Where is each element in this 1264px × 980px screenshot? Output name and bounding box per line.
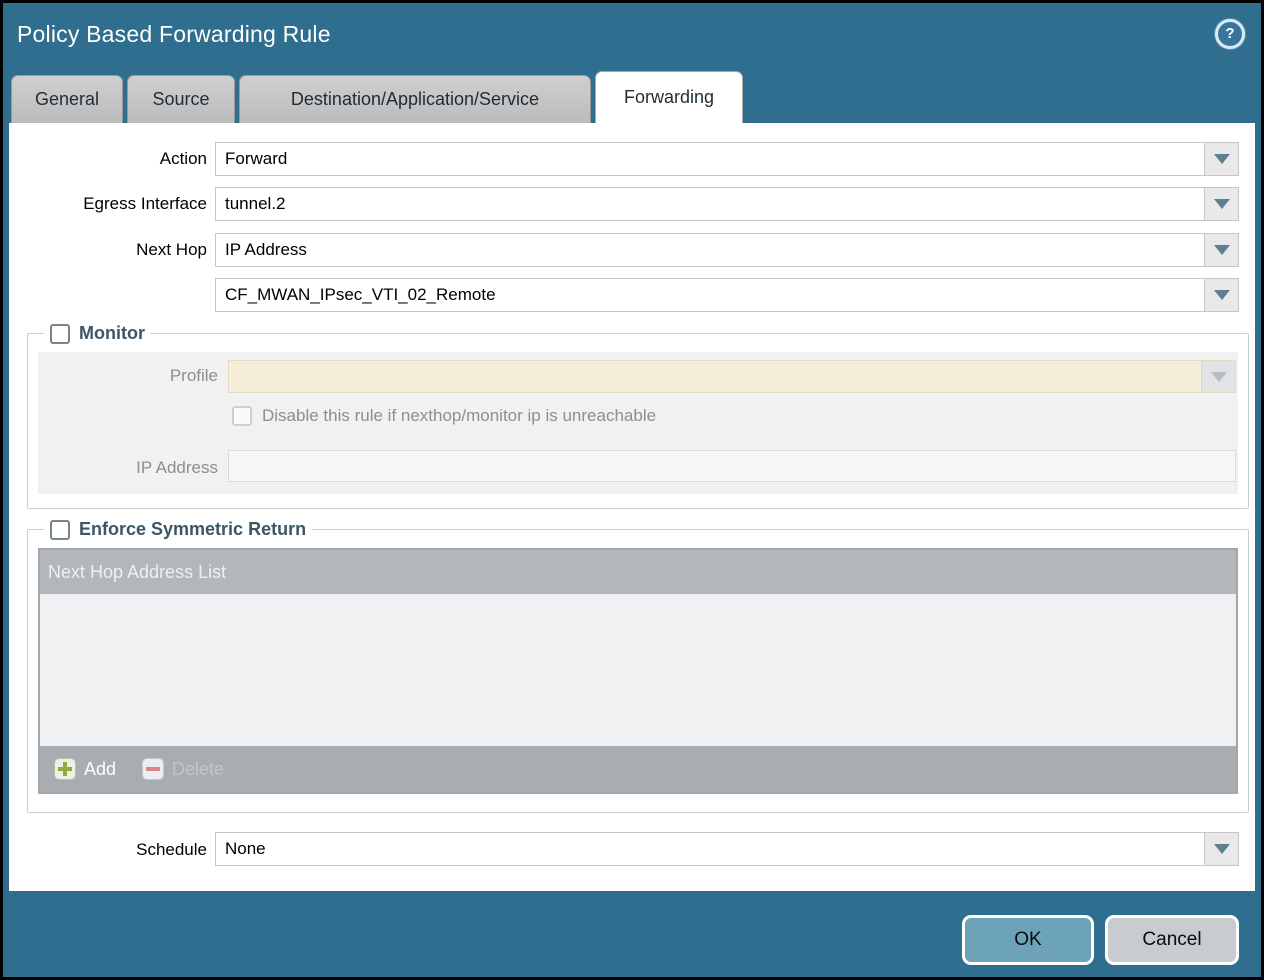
next-hop-address-value: CF_MWAN_IPsec_VTI_02_Remote [225,285,496,305]
action-label: Action [3,149,207,169]
tab-forwarding[interactable]: Forwarding [595,71,743,123]
monitor-section: Monitor Profile Disable this rule if nex… [27,323,1249,509]
ok-button[interactable]: OK [962,915,1094,965]
page-title: Policy Based Forwarding Rule [17,21,331,48]
disable-rule-checkbox [232,406,252,426]
help-icon[interactable]: ? [1215,19,1245,49]
delete-button: Delete [142,758,224,780]
next-hop-address-list-header: Next Hop Address List [40,550,1236,594]
chevron-down-icon [1214,844,1230,854]
egress-interface-dropdown-button[interactable] [1204,188,1238,220]
chevron-down-icon [1214,290,1230,300]
plus-icon [54,758,76,780]
schedule-dropdown-button[interactable] [1204,833,1238,865]
action-dropdown-button[interactable] [1204,143,1238,175]
tab-source[interactable]: Source [127,75,235,123]
disable-rule-label: Disable this rule if nexthop/monitor ip … [262,406,656,426]
monitor-ip-address-label: IP Address [38,458,218,478]
next-hop-select[interactable]: IP Address [215,233,1239,267]
profile-select [228,360,1236,393]
schedule-value: None [225,839,266,859]
next-hop-address-dropdown-button[interactable] [1204,279,1238,311]
tab-general[interactable]: General [11,75,123,123]
egress-interface-select[interactable]: tunnel.2 [215,187,1239,221]
chevron-down-icon [1214,199,1230,209]
add-button-label: Add [84,759,116,780]
chevron-down-icon [1214,154,1230,164]
enforce-symmetric-return-label: Enforce Symmetric Return [79,519,306,540]
egress-interface-label: Egress Interface [3,194,207,214]
tab-bar: General Source Destination/Application/S… [11,71,743,123]
monitor-legend-label: Monitor [79,323,145,344]
next-hop-label: Next Hop [3,240,207,260]
next-hop-address-select[interactable]: CF_MWAN_IPsec_VTI_02_Remote [215,278,1239,312]
next-hop-address-list-toolbar: Add Delete [40,746,1236,792]
action-select[interactable]: Forward [215,142,1239,176]
action-value: Forward [225,149,287,169]
enforce-symmetric-return-checkbox[interactable] [50,520,70,540]
add-button[interactable]: Add [54,758,116,780]
cancel-button[interactable]: Cancel [1105,915,1239,965]
disable-rule-row: Disable this rule if nexthop/monitor ip … [232,406,656,426]
monitor-disabled-panel: Profile Disable this rule if nexthop/mon… [38,352,1238,494]
delete-button-label: Delete [172,759,224,780]
enforce-symmetric-return-section: Enforce Symmetric Return Next Hop Addres… [27,519,1249,813]
next-hop-address-list-body[interactable] [40,594,1236,746]
chevron-down-icon [1214,245,1230,255]
policy-based-forwarding-dialog: Policy Based Forwarding Rule ? General S… [0,0,1264,980]
monitor-checkbox[interactable] [50,324,70,344]
monitor-legend: Monitor [44,323,151,344]
profile-label: Profile [38,366,218,386]
monitor-ip-address-input [228,450,1236,482]
next-hop-dropdown-button[interactable] [1204,234,1238,266]
next-hop-address-table: Next Hop Address List Add Delete [38,548,1238,794]
profile-dropdown-button [1201,361,1235,392]
next-hop-value: IP Address [225,240,307,260]
chevron-down-icon [1211,372,1227,382]
minus-icon [142,758,164,780]
enforce-symmetric-return-legend: Enforce Symmetric Return [44,519,312,540]
egress-interface-value: tunnel.2 [225,194,286,214]
schedule-label: Schedule [3,840,207,860]
tab-destination-application-service[interactable]: Destination/Application/Service [239,75,591,123]
schedule-select[interactable]: None [215,832,1239,866]
